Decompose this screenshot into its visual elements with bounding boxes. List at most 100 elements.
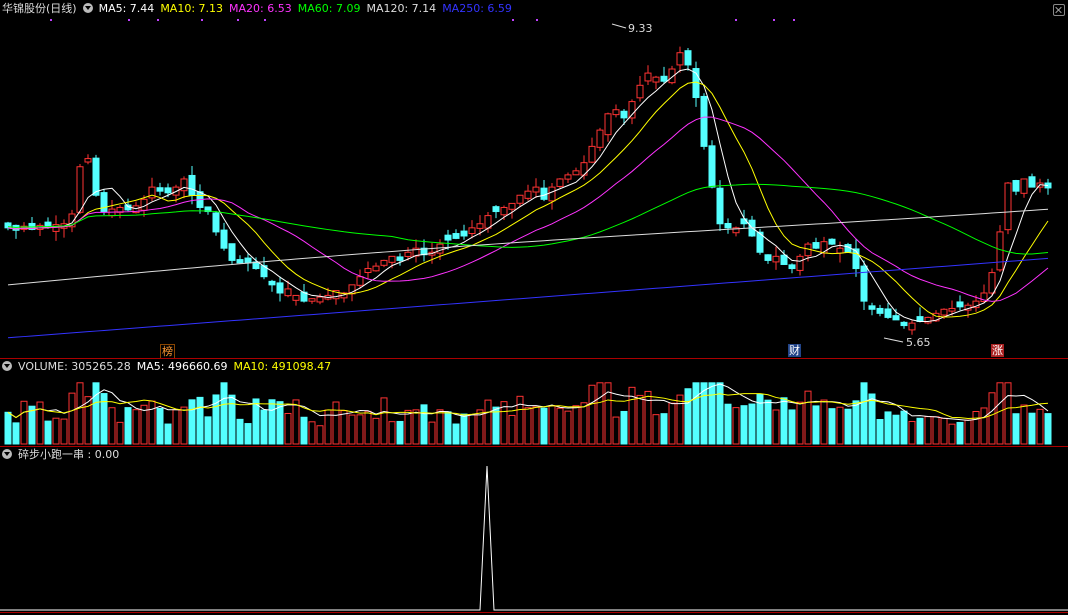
volume-bar — [836, 406, 844, 445]
volume-bar — [892, 414, 900, 445]
volume-bar — [844, 408, 852, 445]
volume-bar — [196, 396, 204, 445]
candle-body — [788, 264, 796, 270]
candle-body — [92, 157, 100, 196]
volume-bar — [908, 420, 916, 445]
candle-body — [780, 254, 788, 265]
signal-dot — [773, 19, 775, 21]
volume-bar — [588, 384, 596, 445]
candle-body — [316, 296, 324, 303]
candle-body — [1004, 182, 1012, 231]
marker-bang[interactable]: 榜 — [160, 344, 175, 359]
volume-bar — [644, 390, 652, 445]
signal-dot — [128, 19, 130, 21]
candle-body — [876, 307, 884, 314]
collapse-toggle-icon[interactable] — [2, 361, 12, 371]
candle-body — [100, 192, 108, 213]
candle-body — [76, 166, 84, 213]
candle-body — [308, 298, 316, 302]
volume-bar — [356, 414, 364, 445]
volume-bar — [924, 416, 932, 445]
candle-body — [900, 321, 908, 327]
marker-zhang[interactable]: 涨 — [991, 344, 1004, 357]
volume-bar — [596, 382, 604, 445]
candle-body — [484, 215, 492, 229]
volume-bar — [388, 421, 396, 445]
collapse-toggle-icon[interactable] — [82, 3, 93, 13]
candle-body — [796, 255, 804, 271]
volume-bar — [996, 382, 1004, 445]
candle-body — [924, 316, 932, 324]
candle-body — [684, 50, 692, 66]
candle-body — [540, 187, 548, 200]
volume-bar — [68, 392, 76, 445]
volume-bar — [652, 414, 660, 445]
candle-body — [500, 206, 508, 216]
kline-chart[interactable] — [0, 0, 1068, 358]
volume-bar — [1028, 412, 1036, 445]
volume-bar — [300, 416, 308, 445]
volume-bar — [780, 397, 788, 445]
candle-body — [652, 76, 660, 83]
indicator-pane[interactable]: 碎步小跑一串 : 0.00 — [0, 446, 1068, 615]
candle-body — [908, 322, 916, 331]
ma120-legend: MA120: 7.14 — [366, 2, 437, 15]
volume-bar — [820, 399, 828, 445]
volume-bar — [340, 410, 348, 445]
volume-bar — [972, 411, 980, 445]
candle-body — [460, 230, 468, 237]
candle-body — [868, 305, 876, 310]
candle-body — [276, 282, 284, 294]
candle-body — [724, 222, 732, 229]
volume-bar — [788, 409, 796, 445]
candle-body — [572, 170, 580, 176]
candle-body — [164, 187, 172, 194]
volume-bar — [204, 416, 212, 445]
volume-bar — [260, 409, 268, 445]
volume-bar — [956, 421, 964, 445]
volume-bar — [316, 425, 324, 445]
candle-body — [284, 288, 292, 297]
volume-bar — [180, 406, 188, 445]
candle-body — [860, 265, 868, 302]
volume-bar — [364, 410, 372, 445]
candle-body — [892, 315, 900, 321]
candle-body — [884, 308, 892, 318]
volume-bar — [556, 407, 564, 445]
candle-body — [996, 231, 1004, 271]
candle-body — [380, 259, 388, 266]
volume-pane[interactable]: VOLUME: 305265.28 MA5: 496660.69 MA10: 491… — [0, 358, 1068, 446]
signal-dot — [201, 19, 203, 21]
candle-body — [548, 186, 556, 202]
volume-bar — [572, 405, 580, 445]
candle-body — [828, 238, 836, 245]
volume-bar — [1020, 404, 1028, 445]
volume-bar — [828, 408, 836, 445]
volume-bar — [548, 405, 556, 445]
volume-bar — [708, 382, 716, 445]
ma5-legend: MA5: 7.44 — [98, 2, 155, 15]
indicator-chart[interactable] — [0, 446, 1068, 615]
low-arrow — [883, 337, 904, 343]
candle-body — [852, 248, 860, 270]
collapse-toggle-icon[interactable] — [2, 449, 12, 459]
volume-bar — [156, 407, 164, 445]
marker-cai[interactable]: 财 — [788, 344, 801, 357]
volume-bar — [516, 395, 524, 445]
candle-body — [1020, 178, 1028, 194]
candle-body — [612, 109, 620, 116]
signal-dot — [237, 19, 239, 21]
indicator-title: 碎步小跑一串 : 0.00 — [18, 448, 120, 461]
kline-pane[interactable]: 华锦股份(日线) MA5: 7.44 MA10: 7.13 MA20: 6.53 MA6… — [0, 0, 1068, 359]
candle-body — [676, 52, 684, 66]
volume-bar — [668, 402, 676, 445]
volume-bar — [1004, 382, 1012, 445]
volume-bar — [436, 409, 444, 445]
candle-body — [700, 95, 708, 147]
volume-bar — [772, 409, 780, 445]
volume-bar — [900, 410, 908, 445]
candle-body — [988, 272, 996, 294]
volume-bar — [20, 400, 28, 445]
candle-body — [708, 145, 716, 188]
volume-bar — [420, 404, 428, 445]
